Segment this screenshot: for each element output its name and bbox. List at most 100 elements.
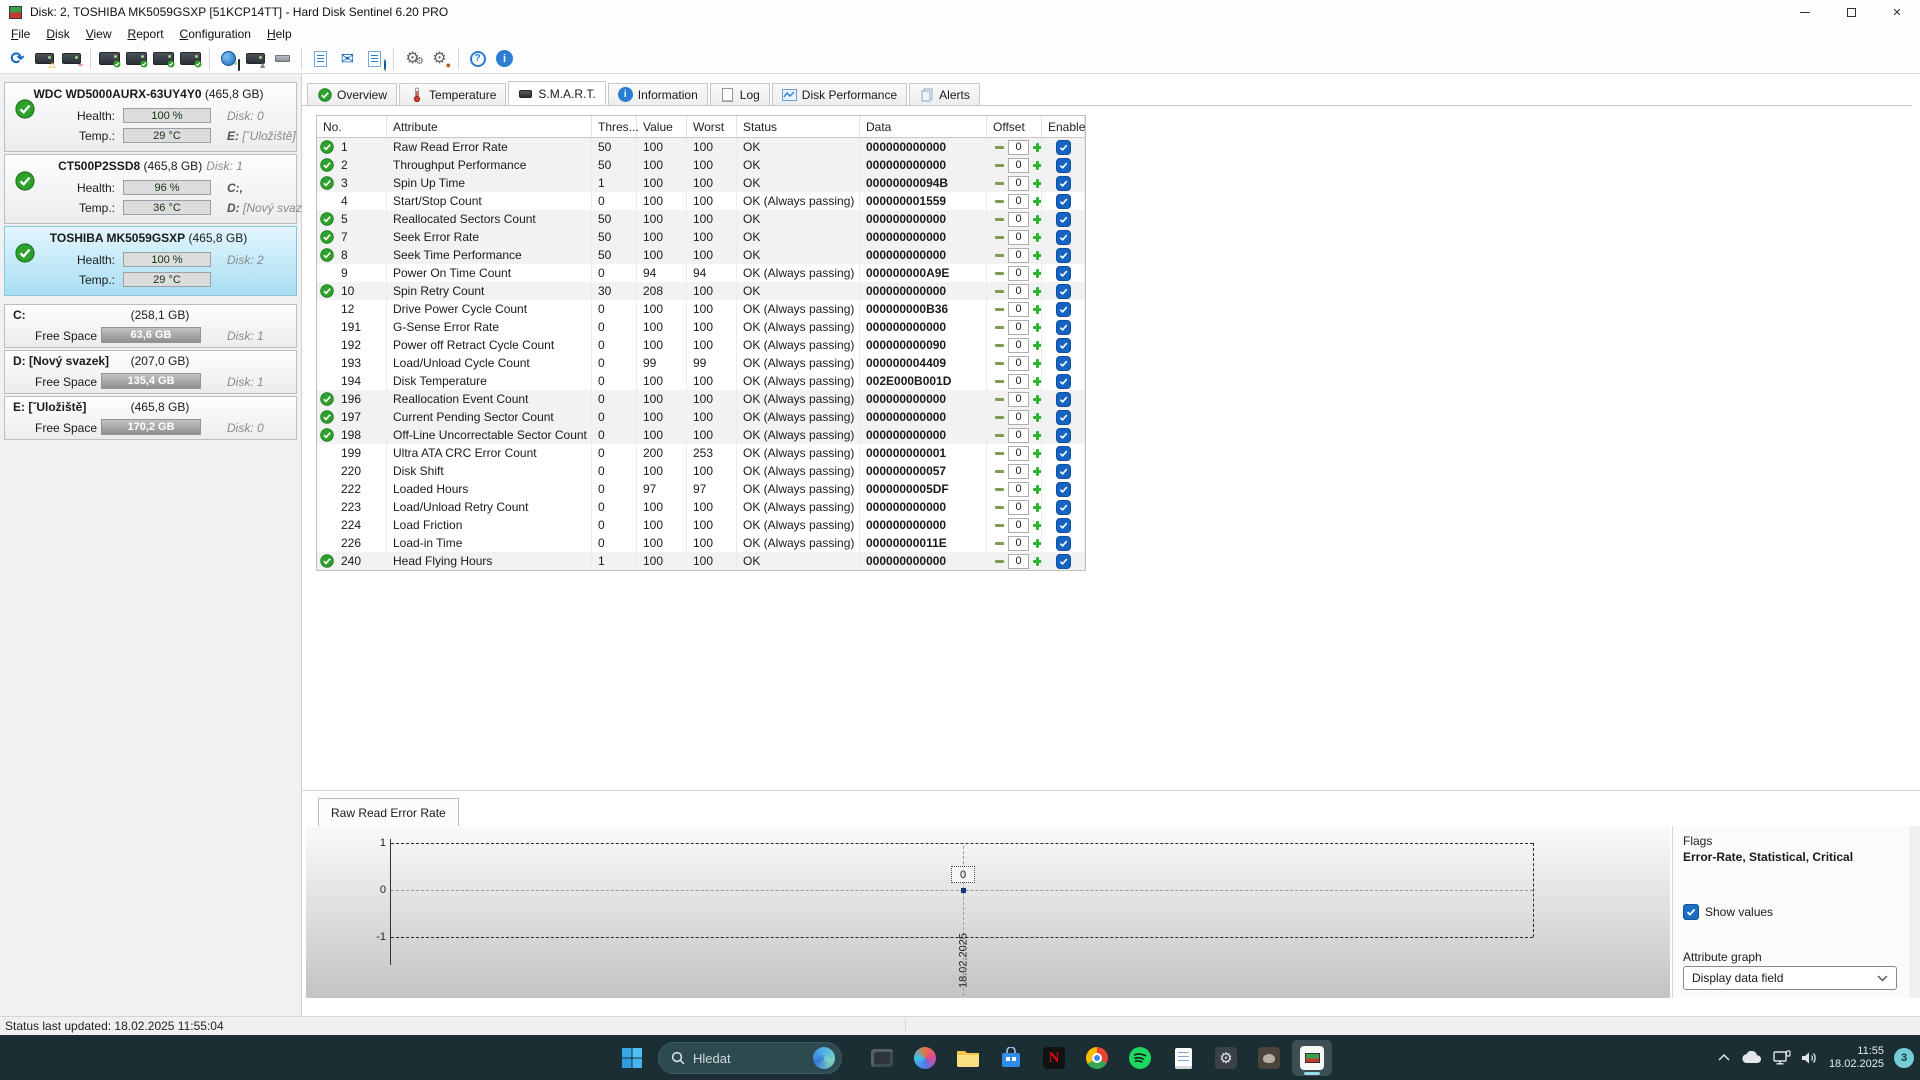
offset-value[interactable]: 0 [1008, 302, 1029, 317]
menu-report[interactable]: Report [120, 25, 172, 43]
table-row[interactable]: 193 Load/Unload Cycle Count 0 99 99 OK (… [317, 354, 1085, 372]
disk-panel-1[interactable]: CT500P2SSD8 (465,8 GB)Disk: 1 Health: 96… [4, 154, 297, 224]
offset-plus-button[interactable] [1031, 501, 1042, 514]
table-row[interactable]: 197 Current Pending Sector Count 0 100 1… [317, 408, 1085, 426]
enable-checkbox[interactable] [1056, 446, 1071, 461]
offset-plus-button[interactable] [1031, 357, 1042, 370]
offset-minus-button[interactable] [993, 303, 1006, 316]
taskbar-clock[interactable]: 11:55 18.02.2025 [1829, 1045, 1884, 1071]
chart-tab[interactable]: Raw Read Error Rate [318, 798, 459, 826]
column-header-attribute[interactable]: Attribute [387, 116, 592, 137]
disk-panel-0[interactable]: WDC WD5000AURX-63UY4Y0 (465,8 GB) Health… [4, 82, 297, 152]
partition-panel-c[interactable]: C: (258,1 GB) Free Space 63,6 GB Disk: 1 [4, 304, 297, 348]
offset-minus-button[interactable] [993, 501, 1006, 514]
enable-checkbox[interactable] [1056, 374, 1071, 389]
enable-checkbox[interactable] [1056, 284, 1071, 299]
offset-minus-button[interactable] [993, 321, 1006, 334]
offset-plus-button[interactable] [1031, 213, 1042, 226]
offset-minus-button[interactable] [993, 177, 1006, 190]
disk-remove-icon[interactable]: − [58, 46, 85, 72]
enable-checkbox[interactable] [1056, 482, 1071, 497]
table-row[interactable]: 191 G-Sense Error Rate 0 100 100 OK (Alw… [317, 318, 1085, 336]
table-row[interactable]: 12 Drive Power Cycle Count 0 100 100 OK … [317, 300, 1085, 318]
disk-panel-2[interactable]: TOSHIBA MK5059GSXP (465,8 GB) Health: 10… [4, 226, 297, 296]
explorer-taskbar-icon[interactable] [948, 1040, 988, 1076]
enable-checkbox[interactable] [1056, 428, 1071, 443]
onedrive-cloud-icon[interactable] [1741, 1051, 1763, 1065]
notepad-taskbar-icon[interactable] [1163, 1040, 1203, 1076]
table-row[interactable]: 223 Load/Unload Retry Count 0 100 100 OK… [317, 498, 1085, 516]
enable-checkbox[interactable] [1056, 230, 1071, 245]
tab-information[interactable]: iInformation [608, 83, 708, 105]
maximize-button[interactable] [1828, 0, 1874, 24]
disk-warning-icon[interactable]: ⚠ [31, 46, 58, 72]
offset-value[interactable]: 0 [1008, 248, 1029, 263]
close-button[interactable]: ✕ [1874, 0, 1920, 24]
information-icon[interactable]: i [491, 46, 518, 72]
offset-value[interactable]: 0 [1008, 140, 1029, 155]
offset-minus-button[interactable] [993, 465, 1006, 478]
table-row[interactable]: 10 Spin Retry Count 30 208 100 OK 000000… [317, 282, 1085, 300]
offset-value[interactable]: 0 [1008, 554, 1029, 569]
offset-value[interactable]: 0 [1008, 464, 1029, 479]
table-row[interactable]: 224 Load Friction 0 100 100 OK (Always p… [317, 516, 1085, 534]
taskbar-search[interactable] [658, 1042, 842, 1074]
table-row[interactable]: 198 Off-Line Uncorrectable Sector Count … [317, 426, 1085, 444]
column-header-no[interactable]: No. [317, 116, 387, 137]
offset-plus-button[interactable] [1031, 267, 1042, 280]
column-header-data[interactable]: Data [860, 116, 987, 137]
table-row[interactable]: 5 Reallocated Sectors Count 50 100 100 O… [317, 210, 1085, 228]
offset-value[interactable]: 0 [1008, 176, 1029, 191]
offset-value[interactable]: 0 [1008, 410, 1029, 425]
enable-checkbox[interactable] [1056, 554, 1071, 569]
table-row[interactable]: 4 Start/Stop Count 0 100 100 OK (Always … [317, 192, 1085, 210]
table-row[interactable]: 1 Raw Read Error Rate 50 100 100 OK 0000… [317, 138, 1085, 156]
offset-minus-button[interactable] [993, 393, 1006, 406]
chrome-taskbar-icon[interactable] [1077, 1040, 1117, 1076]
acoustic-settings-icon[interactable]: ⚙● [426, 46, 453, 72]
enable-checkbox[interactable] [1056, 158, 1071, 173]
enable-checkbox[interactable] [1056, 266, 1071, 281]
enable-checkbox[interactable] [1056, 212, 1071, 227]
show-values-checkbox[interactable] [1683, 904, 1699, 920]
refresh-icon[interactable]: ⟳ [4, 46, 31, 72]
disk-drive-2-icon[interactable] [150, 46, 177, 72]
enable-checkbox[interactable] [1056, 518, 1071, 533]
partition-panel-e[interactable]: E: [ˇUložiště] (465,8 GB) Free Space 170… [4, 396, 297, 440]
offset-value[interactable]: 0 [1008, 428, 1029, 443]
table-row[interactable]: 3 Spin Up Time 1 100 100 OK 00000000094B… [317, 174, 1085, 192]
offset-value[interactable]: 0 [1008, 500, 1029, 515]
offset-value[interactable]: 0 [1008, 536, 1029, 551]
offset-plus-button[interactable] [1031, 159, 1042, 172]
offset-minus-button[interactable] [993, 483, 1006, 496]
table-row[interactable]: 240 Head Flying Hours 1 100 100 OK 00000… [317, 552, 1085, 570]
column-header-worst[interactable]: Worst [687, 116, 737, 137]
disk-eject-icon[interactable]: ▲ [242, 46, 269, 72]
offset-minus-button[interactable] [993, 267, 1006, 280]
menu-view[interactable]: View [78, 25, 120, 43]
network-disk-icon[interactable] [215, 46, 242, 72]
table-row[interactable]: 222 Loaded Hours 0 97 97 OK (Always pass… [317, 480, 1085, 498]
tab-overview[interactable]: Overview [307, 83, 397, 105]
offset-plus-button[interactable] [1031, 411, 1042, 424]
tab-s-m-a-r-t-[interactable]: S.M.A.R.T. [508, 81, 605, 105]
netflix-taskbar-icon[interactable]: N [1034, 1040, 1074, 1076]
offset-plus-button[interactable] [1031, 555, 1042, 568]
network-icon[interactable] [1773, 1050, 1791, 1065]
settings-icon[interactable]: ⚙⚙ [399, 46, 426, 72]
column-header-enable[interactable]: Enable [1042, 116, 1085, 137]
offset-value[interactable]: 0 [1008, 194, 1029, 209]
offset-value[interactable]: 0 [1008, 320, 1029, 335]
offset-plus-button[interactable] [1031, 483, 1042, 496]
table-row[interactable]: 9 Power On Time Count 0 94 94 OK (Always… [317, 264, 1085, 282]
offset-minus-button[interactable] [993, 375, 1006, 388]
tab-log[interactable]: Log [710, 83, 770, 105]
minimize-button[interactable] [1782, 0, 1828, 24]
offset-minus-button[interactable] [993, 249, 1006, 262]
offset-minus-button[interactable] [993, 339, 1006, 352]
offset-value[interactable]: 0 [1008, 356, 1029, 371]
tab-temperature[interactable]: Temperature [399, 83, 506, 105]
table-row[interactable]: 199 Ultra ATA CRC Error Count 0 200 253 … [317, 444, 1085, 462]
table-row[interactable]: 220 Disk Shift 0 100 100 OK (Always pass… [317, 462, 1085, 480]
offset-plus-button[interactable] [1031, 303, 1042, 316]
